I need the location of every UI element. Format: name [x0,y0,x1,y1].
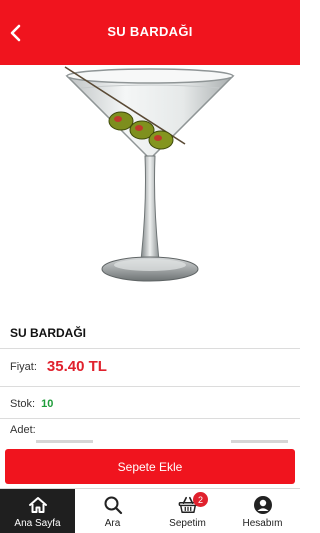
app-header: SU BARDAĞI [0,0,300,65]
quantity-control-right[interactable] [231,440,288,443]
cart-count-badge: 2 [193,492,208,507]
add-to-cart-button[interactable]: Sepete Ekle [5,449,295,484]
price-label: Fiyat: [10,360,37,373]
tab-label: Ara [104,518,121,529]
home-icon [28,495,48,515]
price-value: 35.40 TL [46,358,107,375]
search-icon [103,495,123,515]
bottom-tab-bar: Ana Sayfa Ara 2 Sepetim Hesabım [0,488,300,533]
stock-label: Stok: [10,398,36,410]
stock-value: 10 [41,398,54,410]
account-icon [253,495,273,515]
back-button[interactable] [4,20,28,46]
tab-label: Ana Sayfa [14,518,61,529]
divider [0,348,300,349]
stock-row: Stok: 10 [10,398,53,410]
product-name: SU BARDAĞI [10,326,87,340]
tab-search[interactable]: Ara [75,489,150,533]
tab-label: Sepetim [169,518,206,529]
tab-home[interactable]: Ana Sayfa [0,489,75,533]
price-row: Fiyat: 35.40 TL [10,358,107,375]
tab-label: Hesabım [242,518,283,529]
divider [0,386,300,387]
page-title: SU BARDAĞI [107,24,193,39]
chevron-left-icon [10,24,21,42]
quantity-label: Adet: [10,424,36,436]
tab-cart[interactable]: 2 Sepetim [150,489,225,533]
quantity-control-left[interactable] [36,440,93,443]
tab-account[interactable]: Hesabım [225,489,300,533]
divider [0,418,300,419]
product-image [35,64,265,292]
